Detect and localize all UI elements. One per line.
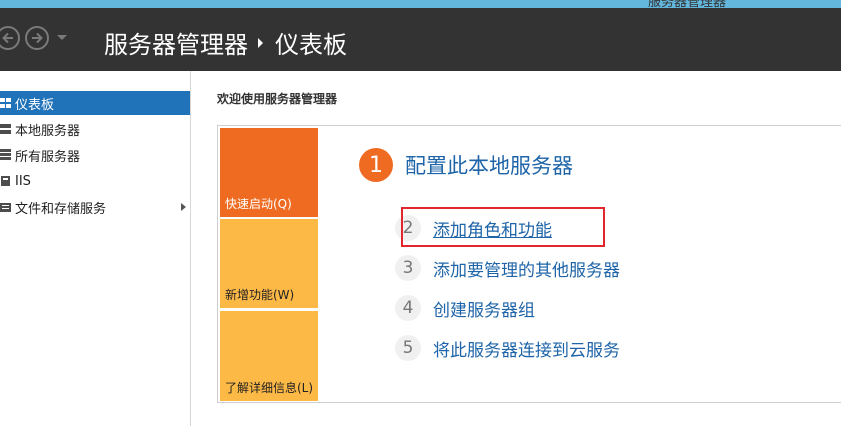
quick-start-panel: 快速启动(Q) 新增功能(W) 了解详细信息(L) 1 配置此本地服务器 2 添… [217, 125, 841, 403]
sidebar-item-label: 本地服务器 [15, 123, 81, 139]
step-label: 配置此本地服务器 [405, 154, 573, 178]
step-number-badge: 4 [395, 295, 421, 321]
sidebar-item-file-storage[interactable]: 文件和存储服务 [0, 195, 190, 219]
sidebar: 仪表板 本地服务器 所有服务器 IIS 文件和存储服务 [0, 71, 191, 426]
sidebar-item-iis[interactable]: IIS [0, 169, 190, 193]
tile-label: 新增功能(W) [225, 288, 295, 302]
sidebar-item-label: 所有服务器 [15, 149, 81, 165]
breadcrumb: 服务器管理器 仪表板 [104, 25, 347, 60]
arrow-left-icon [2, 32, 13, 44]
forward-button[interactable] [25, 26, 49, 50]
step-link[interactable]: 添加要管理的其他服务器 [433, 256, 620, 281]
step-link[interactable]: 将此服务器连接到云服务 [433, 336, 620, 361]
sidebar-item-all-servers[interactable]: 所有服务器 [0, 143, 190, 167]
step-connect-cloud-services[interactable]: 5 将此服务器连接到云服务 [395, 335, 620, 361]
step-link[interactable]: 创建服务器组 [433, 296, 535, 321]
dashboard-icon [0, 98, 11, 108]
breadcrumb-current: 仪表板 [275, 31, 347, 59]
step-number-badge: 3 [395, 255, 421, 281]
window-title: 服务器管理器 [648, 0, 727, 8]
sidebar-item-label: 文件和存储服务 [15, 201, 107, 217]
sidebar-item-label: 仪表板 [15, 97, 55, 113]
iis-icon [1, 176, 10, 186]
sidebar-item-label: IIS [15, 173, 31, 189]
header-bar: 服务器管理器 仪表板 [0, 8, 841, 71]
step-number-badge: 1 [359, 148, 393, 182]
storage-icon [0, 203, 11, 212]
tile-quick-start[interactable]: 快速启动(Q) [220, 128, 318, 217]
server-icon [0, 124, 11, 134]
back-button[interactable] [0, 26, 20, 50]
tile-label: 快速启动(Q) [225, 197, 292, 211]
servers-icon [0, 149, 11, 160]
breadcrumb-separator-icon [258, 37, 263, 48]
server-manager-window: 服务器管理器 服务器管理器 仪表板 仪表板 本地服务器 所有服务器 IIS 文件… [0, 0, 841, 426]
sidebar-item-local-server[interactable]: 本地服务器 [0, 117, 190, 141]
tile-learn-more[interactable]: 了解详细信息(L) [220, 311, 318, 401]
tile-whats-new[interactable]: 新增功能(W) [220, 219, 318, 308]
tile-label: 了解详细信息(L) [225, 381, 314, 395]
step-create-server-group[interactable]: 4 创建服务器组 [395, 295, 535, 321]
sidebar-item-dashboard[interactable]: 仪表板 [0, 91, 190, 115]
step-number-badge: 5 [395, 335, 421, 361]
step-add-other-servers[interactable]: 3 添加要管理的其他服务器 [395, 255, 620, 281]
step-configure-local-server[interactable]: 1 配置此本地服务器 [359, 148, 573, 182]
arrow-right-icon [32, 32, 43, 44]
breadcrumb-root[interactable]: 服务器管理器 [104, 25, 248, 60]
window-titlebar: 服务器管理器 [0, 0, 841, 8]
chevron-right-icon[interactable] [181, 203, 186, 211]
highlight-annotation-box [401, 207, 605, 247]
nav-history-dropdown-icon[interactable] [57, 35, 67, 40]
welcome-title: 欢迎使用服务器管理器 [217, 92, 338, 106]
